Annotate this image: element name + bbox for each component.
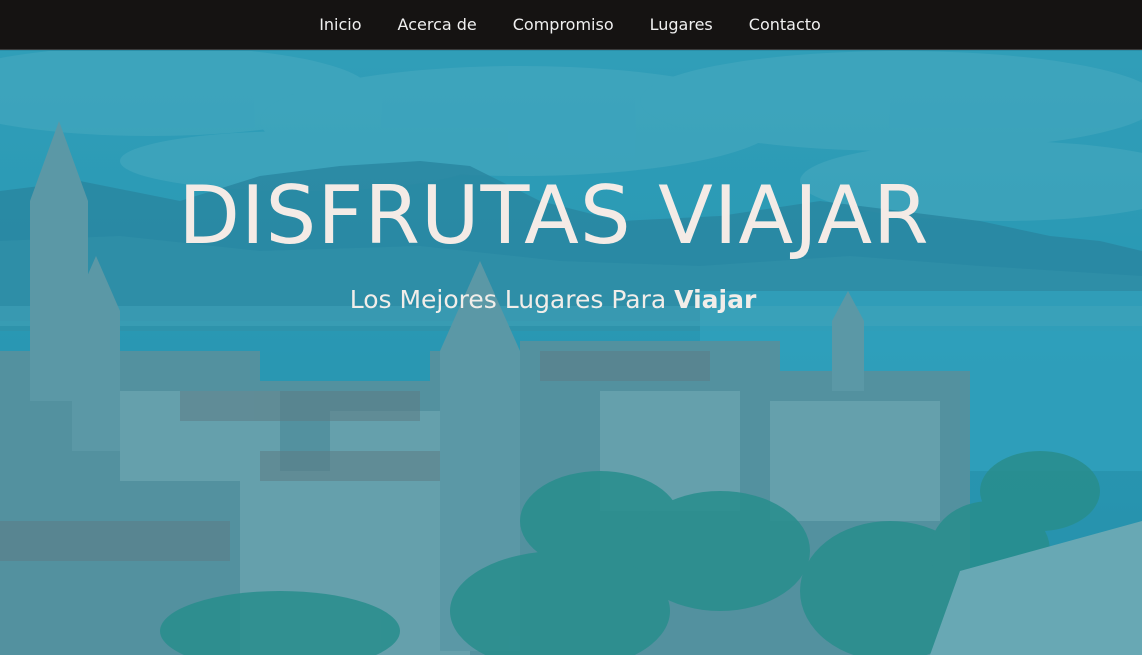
nav-link-lugares[interactable]: Lugares: [632, 15, 731, 34]
top-navbar: Inicio Acerca de Compromiso Lugares Cont…: [0, 0, 1142, 50]
hero-subtitle-text: Los Mejores Lugares Para: [349, 285, 675, 314]
hero-title: DISFRUTAS VIAJAR: [178, 169, 930, 262]
nav-item-acerca-de: Acerca de: [380, 15, 495, 34]
nav-item-compromiso: Compromiso: [495, 15, 632, 34]
nav-menu: Inicio Acerca de Compromiso Lugares Cont…: [301, 15, 839, 34]
nav-link-contacto[interactable]: Contacto: [731, 15, 839, 34]
nav-link-acerca-de[interactable]: Acerca de: [380, 15, 495, 34]
hero-section: DISFRUTAS VIAJAR Los Mejores Lugares Par…: [0, 51, 1142, 655]
hero-content: DISFRUTAS VIAJAR Los Mejores Lugares Par…: [0, 51, 1142, 655]
nav-item-contacto: Contacto: [731, 15, 839, 34]
hero-subtitle-emphasis: Viajar: [674, 285, 757, 314]
nav-item-lugares: Lugares: [632, 15, 731, 34]
hero-subtitle: Los Mejores Lugares Para Viajar: [0, 285, 1106, 314]
nav-link-compromiso[interactable]: Compromiso: [495, 15, 632, 34]
nav-link-inicio[interactable]: Inicio: [301, 15, 379, 34]
nav-item-inicio: Inicio: [301, 15, 379, 34]
